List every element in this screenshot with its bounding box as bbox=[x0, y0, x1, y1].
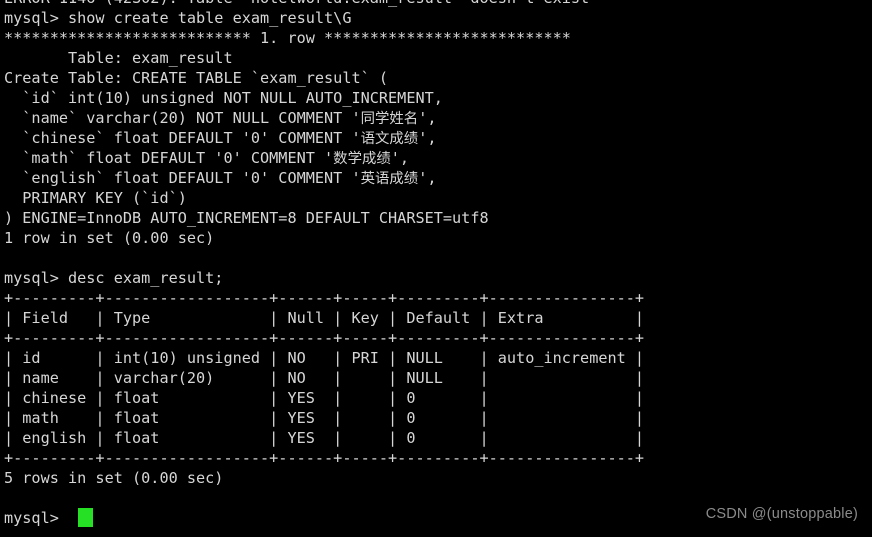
terminal-window[interactable]: ERROR 1146 (42S02): Table 'hotelworld.ex… bbox=[0, 0, 872, 537]
terminal-line-row-separator: *************************** 1. row *****… bbox=[4, 29, 571, 47]
prompt-label: mysql> bbox=[4, 509, 69, 527]
terminal-line-column-id: `id` int(10) unsigned NOT NULL AUTO_INCR… bbox=[4, 89, 443, 107]
terminal-line-column-english: `english` float DEFAULT '0' COMMENT '英语成… bbox=[4, 168, 872, 188]
cjk-comment-text: 语文成绩 bbox=[360, 131, 419, 147]
terminal-line-desc-border-bottom: +---------+------------------+------+---… bbox=[4, 449, 645, 467]
column-english-definition: `english` float DEFAULT '0' COMMENT '英语成… bbox=[4, 169, 437, 187]
terminal-scrollback: ERROR 1146 (42S02): Table 'hotelworld.ex… bbox=[4, 0, 872, 528]
column-name-definition: `name` varchar(20) NOT NULL COMMENT '同学姓… bbox=[4, 109, 437, 127]
terminal-line-desc-header: | Field | Type | Null | Key | Default | … bbox=[4, 309, 645, 327]
terminal-line-desc-border-mid: +---------+------------------+------+---… bbox=[4, 329, 645, 347]
terminal-line-desc-border-top: +---------+------------------+------+---… bbox=[4, 289, 645, 307]
terminal-line-engine-options: ) ENGINE=InnoDB AUTO_INCREMENT=8 DEFAULT… bbox=[4, 209, 489, 227]
table-row: | name | varchar(20) | NO | | NULL | | bbox=[4, 369, 645, 387]
cjk-comment-text: 同学姓名 bbox=[360, 111, 419, 127]
table-row: | id | int(10) unsigned | NO | PRI | NUL… bbox=[4, 349, 645, 367]
terminal-line-blank-1 bbox=[4, 248, 872, 268]
terminal-line-error: ERROR 1146 (42S02): Table 'hotelworld.ex… bbox=[4, 0, 872, 8]
terminal-line-column-math: `math` float DEFAULT '0' COMMENT '数学成绩', bbox=[4, 148, 872, 168]
cjk-comment-text: 英语成绩 bbox=[360, 171, 419, 187]
terminal-line-command-desc: mysql> desc exam_result; bbox=[4, 269, 224, 287]
terminal-line-table-name: Table: exam_result bbox=[4, 49, 233, 67]
column-chinese-definition: `chinese` float DEFAULT '0' COMMENT '语文成… bbox=[4, 129, 437, 147]
terminal-line-column-name: `name` varchar(20) NOT NULL COMMENT '同学姓… bbox=[4, 108, 872, 128]
table-row: | english | float | YES | | 0 | | bbox=[4, 429, 645, 447]
terminal-line-show-create-status: 1 row in set (0.00 sec) bbox=[4, 229, 215, 247]
terminal-line-desc-status: 5 rows in set (0.00 sec) bbox=[4, 469, 224, 487]
table-row: | math | float | YES | | 0 | | bbox=[4, 409, 645, 427]
terminal-line-column-chinese: `chinese` float DEFAULT '0' COMMENT '语文成… bbox=[4, 128, 872, 148]
terminal-line-primary-key: PRIMARY KEY (`id`) bbox=[4, 189, 187, 207]
cursor-block bbox=[78, 508, 94, 527]
cjk-comment-text: 数学成绩 bbox=[333, 151, 391, 167]
table-row: | chinese | float | YES | | 0 | | bbox=[4, 389, 645, 407]
terminal-line-create-header: Create Table: CREATE TABLE `exam_result`… bbox=[4, 69, 389, 87]
column-math-definition: `math` float DEFAULT '0' COMMENT '数学成绩', bbox=[4, 149, 410, 167]
terminal-line-command-show-create: mysql> show create table exam_result\G bbox=[4, 9, 352, 27]
csdn-watermark: CSDN @(unstoppable) bbox=[705, 506, 858, 522]
